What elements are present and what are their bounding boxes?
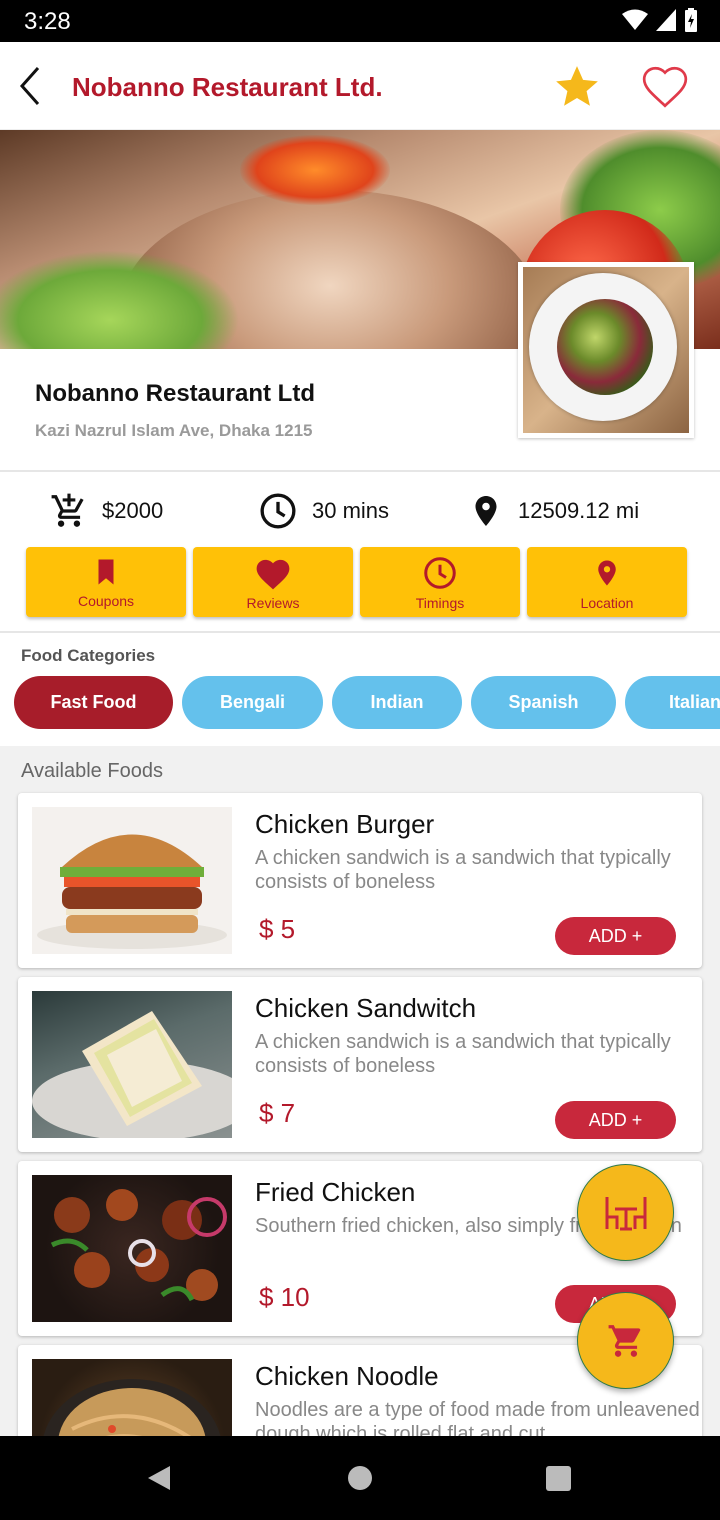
bookmark-icon: [98, 559, 114, 585]
star-icon: [556, 66, 598, 106]
food-price: $ 10: [259, 1282, 310, 1312]
food-name: Chicken Noodle: [255, 1361, 439, 1391]
restaurant-actions: Coupons Reviews Timings Location: [26, 547, 687, 617]
wifi-icon: [622, 9, 648, 30]
coupons-button[interactable]: Coupons: [26, 547, 186, 617]
food-description: A chicken sandwich is a sandwich that ty…: [255, 1031, 671, 1077]
food-price: $ 7: [259, 1098, 296, 1128]
favorite-star-button[interactable]: [552, 62, 602, 112]
food-image-fried-chicken: [32, 1175, 232, 1322]
heart-icon: [256, 559, 290, 590]
food-image-chicken-noodle: [32, 1359, 232, 1436]
battery-icon: [685, 8, 697, 32]
food-name: Chicken Sandwitch: [255, 993, 477, 1023]
delivery-time-info: 30 mins: [258, 488, 389, 534]
location-pin-icon: [475, 496, 497, 526]
signal-icon: [656, 9, 676, 31]
add-cart-icon: [51, 493, 84, 527]
back-button[interactable]: [14, 64, 50, 108]
status-icons: [622, 8, 698, 32]
location-button[interactable]: Location: [527, 547, 687, 617]
divider: [0, 470, 720, 472]
location-pin-icon: [598, 560, 616, 586]
coupons-label: Coupons: [77, 593, 135, 609]
food-categories-heading: Food Categories: [21, 646, 156, 665]
food-card[interactable]: Chicken Burger A chicken sandwich is a s…: [18, 793, 702, 968]
clock-icon: [424, 557, 456, 589]
table-booking-fab[interactable]: [577, 1164, 674, 1261]
clock-icon: [260, 493, 296, 529]
category-chip-bengali[interactable]: Bengali: [182, 676, 323, 729]
food-card[interactable]: Chicken Sandwitch A chicken sandwich is …: [18, 977, 702, 1152]
nav-home-icon[interactable]: [347, 1465, 373, 1491]
status-bar: 3:28: [0, 0, 720, 42]
category-chips: Fast Food Bengali Indian Spanish Italian: [14, 676, 720, 730]
restaurant-address: Kazi Nazrul Islam Ave, Dhaka 1215: [35, 421, 313, 440]
delivery-time-value: 30 mins: [312, 498, 390, 523]
system-navigation-bar: [0, 1436, 720, 1520]
category-chip-indian[interactable]: Indian: [332, 676, 462, 729]
food-description: A chicken sandwich is a sandwich that ty…: [255, 847, 671, 893]
reviews-label: Reviews: [246, 595, 300, 611]
status-time: 3:28: [24, 8, 71, 35]
category-chip-spanish[interactable]: Spanish: [471, 676, 616, 729]
location-label: Location: [580, 595, 634, 611]
reviews-button[interactable]: Reviews: [193, 547, 353, 617]
food-name: Chicken Burger: [255, 809, 435, 839]
category-chip-fast-food[interactable]: Fast Food: [14, 676, 173, 729]
restaurant-name: Nobanno Restaurant Ltd: [35, 380, 315, 407]
category-chip-italian[interactable]: Italian: [625, 676, 720, 729]
distance-info: 12509.12 mi: [468, 488, 639, 534]
min-order-value: $2000: [102, 498, 164, 523]
food-description: Noodles are a type of food made from unl…: [255, 1399, 700, 1436]
add-to-cart-button[interactable]: ADD +: [555, 1101, 676, 1139]
food-image-chicken-sandwich: [32, 991, 232, 1138]
add-to-cart-button[interactable]: ADD +: [555, 917, 676, 955]
timings-button[interactable]: Timings: [360, 547, 520, 617]
distance-value: 12509.12 mi: [518, 498, 640, 523]
wishlist-button[interactable]: [640, 62, 690, 112]
shopping-cart-icon: [608, 1324, 640, 1357]
food-name: Fried Chicken: [255, 1177, 416, 1207]
back-arrow-icon: [19, 67, 40, 105]
available-foods-heading: Available Foods: [21, 760, 163, 782]
restaurant-thumbnail: [518, 262, 694, 438]
dining-table-icon: [605, 1196, 646, 1230]
food-image-chicken-burger: [32, 807, 232, 954]
nav-recents-icon[interactable]: [546, 1466, 571, 1491]
heart-outline-icon: [642, 66, 688, 108]
divider: [0, 631, 720, 633]
min-order-info: $2000: [50, 488, 163, 534]
page-title: Nobanno Restaurant Ltd.: [72, 72, 383, 102]
nav-back-icon[interactable]: [146, 1464, 172, 1492]
app-bar: Nobanno Restaurant Ltd.: [0, 42, 720, 130]
food-price: $ 5: [259, 914, 296, 944]
cart-fab[interactable]: [577, 1292, 674, 1389]
timings-label: Timings: [415, 595, 465, 611]
